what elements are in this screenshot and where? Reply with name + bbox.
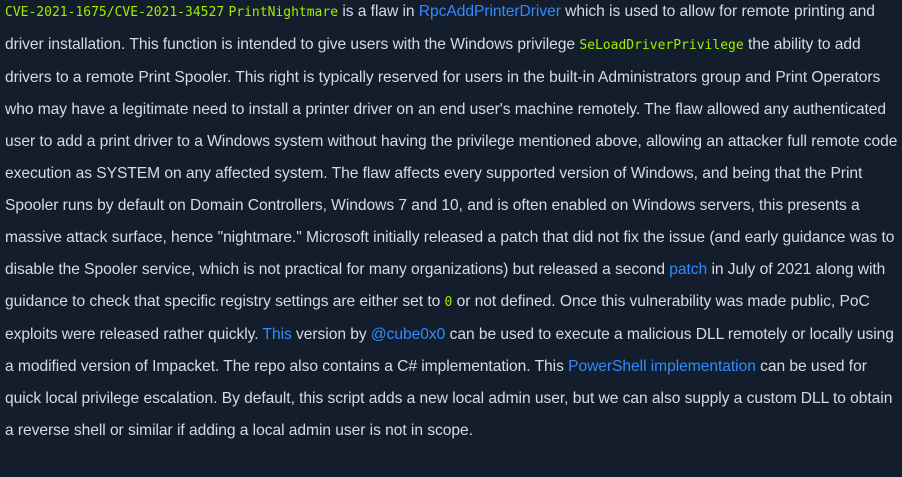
printnightmare-paragraph: CVE-2021-1675/CVE-2021-34527 PrintNightm… — [0, 0, 902, 473]
printnightmare-code: PrintNightmare — [228, 5, 339, 20]
powershell-implementation-link[interactable]: PowerShell implementation — [568, 358, 756, 375]
text-segment-1: is a flaw in — [338, 3, 419, 20]
rpcaddprinterdriver-link[interactable]: RpcAddPrinterDriver — [419, 3, 561, 20]
text-segment-3: the ability to add drivers to a remote P… — [5, 36, 898, 278]
this-link[interactable]: This — [263, 326, 292, 343]
cve-id-code: CVE-2021-1675/CVE-2021-34527 — [5, 5, 225, 20]
cube0x0-link[interactable]: @cube0x0 — [371, 326, 445, 343]
seloaddriverprivilege-code: SeLoadDriverPrivilege — [579, 38, 744, 53]
text-segment-6: version by — [291, 326, 371, 343]
patch-link[interactable]: patch — [669, 261, 707, 278]
